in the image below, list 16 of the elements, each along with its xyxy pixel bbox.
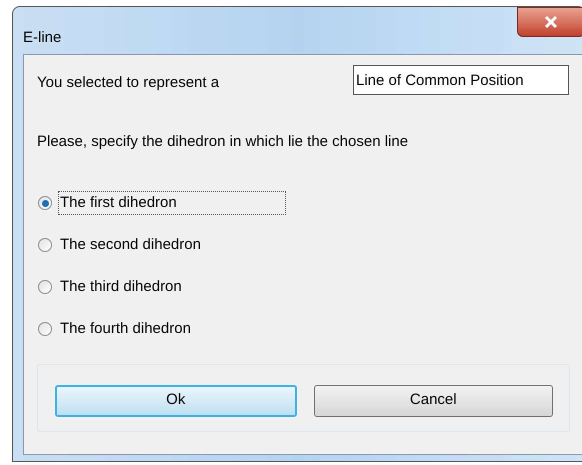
prompt-text: You selected to represent a [37,72,220,93]
cancel-button[interactable]: Cancel [314,384,553,416]
radio-option[interactable]: The first dihedron [38,192,582,214]
close-button[interactable] [517,7,582,37]
radio-option[interactable]: The second dihedron [38,234,582,256]
radio-button[interactable] [38,280,52,294]
close-icon [544,16,558,28]
radio-button[interactable] [38,238,52,252]
radio-option[interactable]: The third dihedron [38,276,582,298]
line-type-field[interactable]: Line of Common Position [353,65,569,95]
window-title: E-line [23,28,62,48]
radio-button[interactable] [38,322,52,336]
ok-button[interactable]: Ok [55,384,296,416]
instruction-text: Please, specify the dihedron in which lie the chosen line [36,132,410,152]
radio-option[interactable]: The fourth dihedron [38,318,582,340]
radio-button[interactable] [38,196,52,210]
